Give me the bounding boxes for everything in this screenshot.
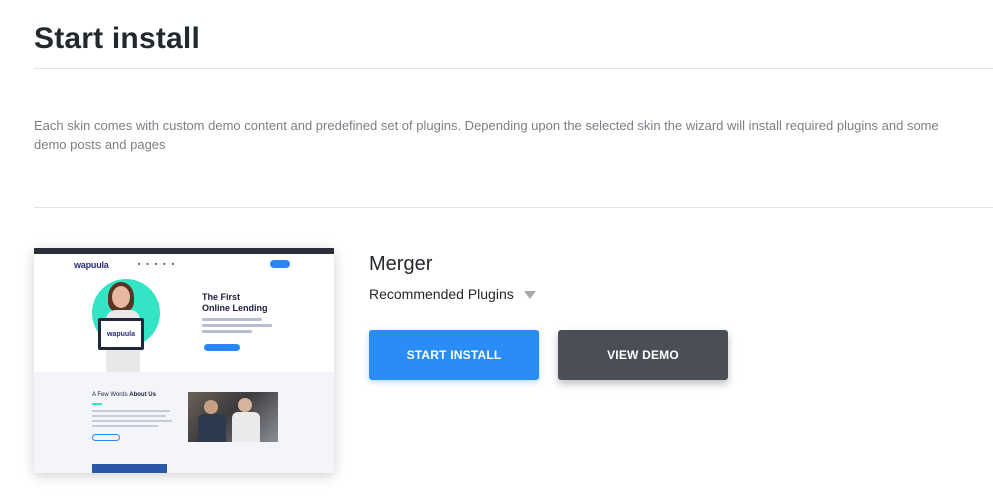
thumb-laptop-logo: wapuula <box>101 321 141 347</box>
thumb-nav: wapuula ■ ■ ■ ■ ■ <box>34 254 334 276</box>
thumb-hero-cta <box>204 344 240 351</box>
thumb-about-heading: A Few Words About Us <box>92 392 156 398</box>
thumb-hero: wapuula The First Online Lending <box>34 276 334 372</box>
thumb-laptop: wapuula <box>98 318 144 350</box>
section-divider <box>34 207 993 208</box>
view-demo-button[interactable]: VIEW DEMO <box>558 330 728 380</box>
skin-name: Merger <box>369 253 433 275</box>
thumb-about: A Few Words About Us <box>34 372 334 473</box>
skin-thumbnail: wapuula ■ ■ ■ ■ ■ wapuula The First Online L… <box>34 248 334 473</box>
page-description: Each skin comes with custom demo content… <box>34 118 939 152</box>
thumb-buy-button <box>270 260 290 268</box>
thumb-blue-box <box>92 464 167 473</box>
thumb-logo: wapuula <box>74 260 109 270</box>
thumb-hero-text <box>202 318 272 336</box>
caret-down-icon <box>523 291 536 299</box>
thumb-about-photo <box>188 392 278 442</box>
thumb-about-button <box>92 434 120 441</box>
title-divider <box>34 68 993 69</box>
recommended-plugins-toggle[interactable]: Recommended Plugins <box>369 286 536 302</box>
page-title: Start install <box>34 22 200 55</box>
thumb-hero-title: The First Online Lending <box>202 292 268 313</box>
thumb-menu: ■ ■ ■ ■ ■ <box>138 261 175 266</box>
recommended-plugins-label: Recommended Plugins <box>369 286 514 302</box>
start-install-button[interactable]: START INSTALL <box>369 330 539 380</box>
